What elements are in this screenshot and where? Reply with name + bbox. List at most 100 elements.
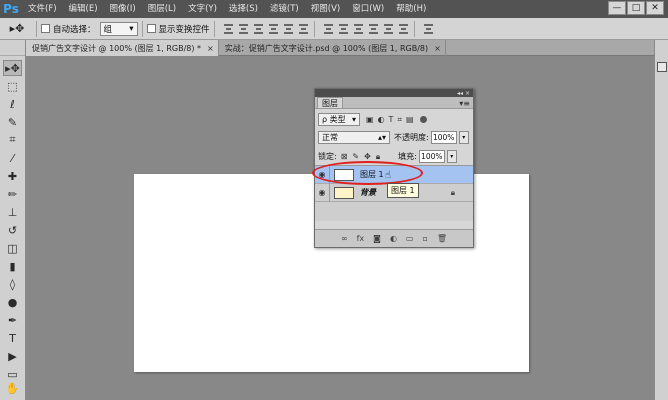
add-mask-icon[interactable]: ◙ — [373, 234, 381, 243]
chevron-down-icon[interactable]: ▾ — [446, 150, 457, 163]
opacity-label: 不透明度: — [394, 133, 429, 142]
menu-view[interactable]: 视图(V) — [305, 0, 346, 18]
menu-edit[interactable]: 编辑(E) — [63, 0, 104, 18]
menu-select[interactable]: 选择(S) — [223, 0, 264, 18]
move-tool-icon[interactable]: ▸✥ — [3, 60, 22, 76]
hand-tool-icon[interactable]: ✋ — [3, 380, 22, 396]
lasso-tool-icon[interactable]: ℓ — [3, 96, 22, 112]
close-icon[interactable]: × — [434, 44, 441, 53]
auto-select-checkbox[interactable] — [41, 24, 50, 33]
menu-bar: Ps 文件(F) 编辑(E) 图像(I) 图层(L) 文字(Y) 选择(S) 滤… — [0, 0, 668, 18]
chevron-down-icon: ▾ — [129, 23, 134, 34]
healing-brush-tool-icon[interactable]: ✚ — [3, 168, 22, 184]
lock-label: 锁定: — [318, 152, 337, 161]
align-vcenter-icon[interactable] — [238, 23, 250, 35]
show-transform-checkbox[interactable] — [146, 24, 156, 33]
link-layers-icon[interactable]: ∞ — [341, 234, 348, 243]
move-tool-preset-icon[interactable]: ▸✥ — [2, 20, 32, 38]
tab-layers[interactable]: 图层 — [317, 97, 343, 108]
distribute-top-icon[interactable] — [323, 23, 335, 35]
smart-object-filter-icon[interactable]: ▤ — [406, 115, 414, 125]
path-select-tool-icon[interactable]: ▶ — [3, 348, 22, 364]
opacity-input[interactable]: 100% — [430, 131, 457, 144]
layer-style-icon[interactable]: fx — [357, 234, 365, 243]
fill-input[interactable]: 100% — [418, 150, 445, 163]
delete-layer-icon[interactable]: 🗑︎ — [437, 234, 447, 243]
highlight-oval — [312, 161, 423, 185]
align-left-icon[interactable] — [268, 23, 280, 35]
collapse-icon[interactable]: ◂◂ × — [457, 90, 470, 97]
lock-position-icon[interactable]: ✥ — [364, 152, 371, 162]
toolbar-grip[interactable] — [0, 40, 25, 56]
lock-all-icon[interactable]: 🔒︎ — [376, 152, 380, 162]
separator — [413, 20, 415, 37]
lock-icon: 🔒︎ — [450, 187, 455, 197]
close-button[interactable]: ✕ — [646, 1, 664, 15]
shape-filter-icon[interactable]: ⌗ — [397, 115, 402, 125]
distribute-right-icon[interactable] — [398, 23, 410, 35]
minimize-button[interactable]: — — [608, 1, 626, 15]
chevron-down-icon[interactable]: ▾ — [458, 131, 469, 144]
type-filter-icon[interactable]: T — [389, 115, 394, 125]
tab-label: 实战：促销广告文字设计.psd @ 100% (图层 1, RGB/8) — [224, 43, 429, 53]
menu-type[interactable]: 文字(Y) — [182, 0, 223, 18]
align-right-icon[interactable] — [298, 23, 310, 35]
distribute-bottom-icon[interactable] — [353, 23, 365, 35]
history-brush-tool-icon[interactable]: ↺ — [3, 222, 22, 238]
clone-stamp-tool-icon[interactable]: ⊥ — [3, 204, 22, 220]
new-group-icon[interactable]: ▭ — [406, 234, 414, 243]
eraser-tool-icon[interactable]: ◫ — [3, 240, 22, 256]
menu-image[interactable]: 图像(I) — [104, 0, 142, 18]
panel-menu-icon[interactable]: ▾≡ — [459, 99, 473, 108]
fill-label: 填充: — [398, 152, 417, 161]
tab-document-1[interactable]: 促销广告文字设计 @ 100% (图层 1, RGB/8) * × — [26, 40, 219, 56]
quick-select-tool-icon[interactable]: ✎ — [3, 114, 22, 130]
align-bottom-icon[interactable] — [253, 23, 265, 35]
document-tabs: 促销广告文字设计 @ 100% (图层 1, RGB/8) * × 实战：促销广… — [26, 40, 654, 56]
crop-tool-icon[interactable]: ⌗ — [3, 132, 22, 148]
menu-help[interactable]: 帮助(H) — [390, 0, 432, 18]
brush-tool-icon[interactable]: ✏ — [3, 186, 22, 202]
panel-footer: ∞ fx ◙ ◐ ▭ ▫ 🗑︎ — [315, 229, 473, 247]
panel-tab-row: 图层 ▾≡ — [315, 97, 473, 109]
close-icon[interactable]: × — [207, 44, 214, 53]
distribute-hcenter-icon[interactable] — [383, 23, 395, 35]
menu-window[interactable]: 窗口(W) — [346, 0, 390, 18]
tab-document-2[interactable]: 实战：促销广告文字设计.psd @ 100% (图层 1, RGB/8) × — [219, 40, 446, 56]
blend-mode-dropdown[interactable]: 正常 ▴▾ — [318, 131, 390, 144]
distribute-vcenter-icon[interactable] — [338, 23, 350, 35]
lock-pixels-icon[interactable]: ✎ — [352, 152, 359, 162]
restore-button[interactable]: □ — [627, 1, 645, 15]
panel-header[interactable]: ◂◂ × — [315, 89, 473, 97]
menu-filter[interactable]: 滤镜(T) — [264, 0, 305, 18]
pixel-filter-icon[interactable]: ▣ — [366, 115, 374, 125]
filter-kind-dropdown[interactable]: ρ 类型 ▾ — [318, 113, 360, 126]
distribute-left-icon[interactable] — [368, 23, 380, 35]
layer-name-tooltip: 图层 1 — [387, 183, 419, 198]
adjustment-filter-icon[interactable]: ◐ — [378, 115, 385, 125]
pen-tool-icon[interactable]: ✒ — [3, 312, 22, 328]
lock-transparent-icon[interactable]: ⊠ — [341, 152, 348, 162]
adjustment-layer-icon[interactable]: ◐ — [390, 234, 397, 243]
blur-tool-icon[interactable]: ◊ — [3, 276, 22, 292]
panel-dock-icon[interactable] — [657, 62, 667, 72]
tools-panel: ▸✥ ⬚ ℓ ✎ ⌗ ⁄ ✚ ✏ ⊥ ↺ ◫ ▮ ◊ ● ✒ T ▶ ▭ ✋ — [0, 40, 26, 400]
new-layer-icon[interactable]: ▫ — [422, 234, 427, 243]
align-hcenter-icon[interactable] — [283, 23, 295, 35]
menu-layer[interactable]: 图层(L) — [142, 0, 182, 18]
eyedropper-tool-icon[interactable]: ⁄ — [3, 150, 22, 166]
visibility-eye-icon[interactable]: ◉ — [315, 188, 329, 197]
filter-toggle-icon[interactable] — [419, 116, 427, 123]
lock-row: 锁定: ⊠ ✎ ✥ 🔒︎ 填充: 100% ▾ — [315, 150, 473, 163]
type-tool-icon[interactable]: T — [3, 330, 22, 346]
align-top-icon[interactable] — [223, 23, 235, 35]
divider — [329, 183, 330, 202]
gradient-tool-icon[interactable]: ▮ — [3, 258, 22, 274]
marquee-tool-icon[interactable]: ⬚ — [3, 78, 22, 94]
menu-file[interactable]: 文件(F) — [22, 0, 63, 18]
auto-select-dropdown[interactable]: 组 ▾ — [99, 21, 138, 36]
auto-align-icon[interactable] — [423, 23, 435, 35]
layer-thumbnail — [334, 186, 354, 199]
dodge-tool-icon[interactable]: ● — [3, 294, 22, 310]
chevron-down-icon: ▴▾ — [377, 133, 386, 142]
